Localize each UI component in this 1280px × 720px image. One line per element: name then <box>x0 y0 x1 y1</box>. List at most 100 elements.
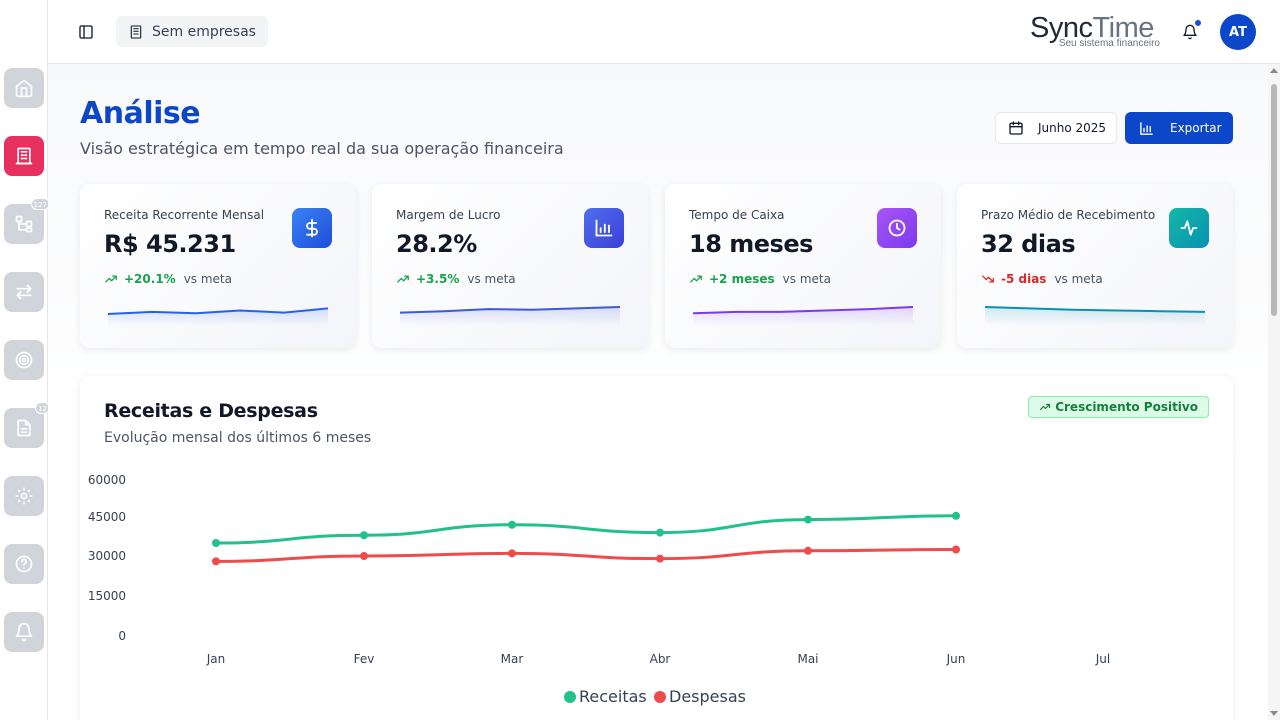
kpi-trend: -5 dias vs meta <box>981 272 1103 286</box>
sidebar-item-notificacoes[interactable] <box>4 612 44 652</box>
kpi-trend-vs: vs meta <box>782 272 831 286</box>
growth-badge-label: Crescimento Positivo <box>1055 400 1198 414</box>
data-point <box>360 552 368 560</box>
kpi-trend-value: +3.5% <box>416 272 460 286</box>
kpi-trend-vs: vs meta <box>1054 272 1103 286</box>
kpi-card-caixa: Tempo de Caixa 18 meses +2 meses vs meta <box>665 184 941 348</box>
legend-label: Receitas <box>579 687 647 706</box>
data-point <box>804 546 812 555</box>
kpi-sparkline <box>693 306 913 326</box>
kpi-trend-vs: vs meta <box>467 272 516 286</box>
bar-chart-icon <box>595 219 613 237</box>
kpi-value: 32 dias <box>981 230 1076 258</box>
kpi-icon-box <box>292 208 332 248</box>
sidebar-item-transacoes[interactable] <box>4 272 44 312</box>
sidebar-item-documentos[interactable]: 12 <box>4 402 50 448</box>
scroll-thumb[interactable] <box>1271 84 1277 316</box>
app-logo[interactable]: SyncTime Seu sistema financeiro <box>1030 12 1160 52</box>
data-point <box>804 515 812 524</box>
building-icon <box>130 24 142 39</box>
legend-marker <box>564 691 576 703</box>
kpi-icon-box <box>877 208 917 248</box>
data-point <box>952 511 960 520</box>
x-tick-label: Mai <box>797 652 818 666</box>
y-tick-label: 0 <box>118 629 126 643</box>
trend-up-icon <box>105 275 117 283</box>
calendar-icon <box>1009 121 1023 135</box>
kpi-label: Margem de Lucro <box>396 208 501 222</box>
series-line-receitas <box>214 514 958 545</box>
kpi-sparkline <box>108 307 328 326</box>
document-icon <box>17 419 31 437</box>
data-point <box>508 549 516 558</box>
kpi-value: 28.2% <box>396 230 477 258</box>
home-icon <box>15 79 33 98</box>
y-tick-label: 45000 <box>88 510 126 524</box>
y-tick-label: 15000 <box>88 589 126 603</box>
trend-up-icon <box>690 275 702 283</box>
notifications-button[interactable] <box>1180 19 1202 42</box>
scroll-down-arrow[interactable] <box>1270 711 1278 716</box>
sidebar-item-empresas[interactable] <box>4 136 44 176</box>
x-tick-label: Jul <box>1095 652 1110 666</box>
data-point <box>508 520 516 529</box>
revenue-expense-chart-card: 0 15000 30000 45000 60000 Jan Fev Mar Abr Mai Jun J… <box>80 376 1233 720</box>
clock-icon <box>888 219 906 237</box>
help-icon <box>15 555 33 573</box>
page-scrollbar[interactable] <box>1268 64 1280 720</box>
bell-icon <box>15 622 33 642</box>
company-selector[interactable]: Sem empresas <box>116 16 268 47</box>
building-icon <box>15 147 33 165</box>
chart-subtitle: Evolução mensal dos últimos 6 meses <box>104 430 372 446</box>
company-label: Sem empresas <box>152 23 256 40</box>
kpi-value: 18 meses <box>689 230 813 258</box>
kpi-label: Prazo Médio de Recebimento <box>981 208 1156 222</box>
x-tick-label: Mar <box>501 652 524 666</box>
sidebar-item-estrutura[interactable]: 127 <box>4 198 50 244</box>
transfer-icon <box>16 284 32 300</box>
gear-icon <box>15 487 33 505</box>
data-point <box>656 528 664 537</box>
kpi-label: Tempo de Caixa <box>689 208 785 222</box>
sidebar-item-configuracoes[interactable] <box>4 476 44 516</box>
kpi-label: Receita Recorrente Mensal <box>104 208 265 222</box>
main-content: Análise Visão estratégica em tempo real … <box>48 64 1268 720</box>
kpi-icon-box <box>1169 208 1209 248</box>
trend-down-icon <box>982 275 994 283</box>
x-tick-label: Jan <box>206 652 226 666</box>
sidebar-item-ajuda[interactable] <box>4 544 44 584</box>
sidebar-toggle-button[interactable] <box>76 22 96 42</box>
sidebar-item-metas[interactable] <box>4 340 44 380</box>
avatar[interactable]: AT <box>1220 14 1256 50</box>
export-button[interactable]: Exportar <box>1125 112 1233 144</box>
kpi-trend: +2 meses vs meta <box>689 272 831 286</box>
trend-up-icon <box>1040 403 1051 411</box>
x-tick-label: Fev <box>354 652 375 666</box>
kpi-card-prazo: Prazo Médio de Recebimento 32 dias -5 di… <box>957 184 1233 348</box>
hierarchy-icon <box>15 215 33 233</box>
sidebar-item-home[interactable] <box>4 68 44 108</box>
page-subtitle: Visão estratégica em tempo real da sua o… <box>80 139 564 158</box>
kpi-sparkline <box>985 306 1205 326</box>
bar-chart-icon <box>1140 121 1153 135</box>
kpi-card-receita: Receita Recorrente Mensal R$ 45.231 +20.… <box>80 184 356 348</box>
data-point <box>212 557 220 566</box>
series-line-despesas <box>214 548 958 563</box>
y-tick-label: 60000 <box>88 473 126 487</box>
kpi-trend-value: -5 dias <box>1001 272 1047 286</box>
legend-label: Despesas <box>669 687 746 706</box>
kpi-trend: +20.1% vs meta <box>104 272 232 286</box>
sidebar-toggle-icon <box>79 25 93 39</box>
data-point <box>360 531 368 540</box>
y-tick-label: 30000 <box>88 549 126 563</box>
x-tick-label: Abr <box>650 652 671 666</box>
kpi-card-margem: Margem de Lucro 28.2% +3.5% vs meta <box>372 184 648 348</box>
kpi-trend-value: +2 meses <box>709 272 775 286</box>
kpi-trend-value: +20.1% <box>124 272 176 286</box>
scroll-up-arrow[interactable] <box>1270 68 1278 73</box>
dollar-icon <box>306 218 318 238</box>
activity-icon <box>1180 220 1198 236</box>
date-picker-button[interactable]: Junho 2025 <box>995 112 1117 144</box>
page-title: Análise <box>80 96 201 131</box>
x-tick-label: Jun <box>946 652 966 666</box>
